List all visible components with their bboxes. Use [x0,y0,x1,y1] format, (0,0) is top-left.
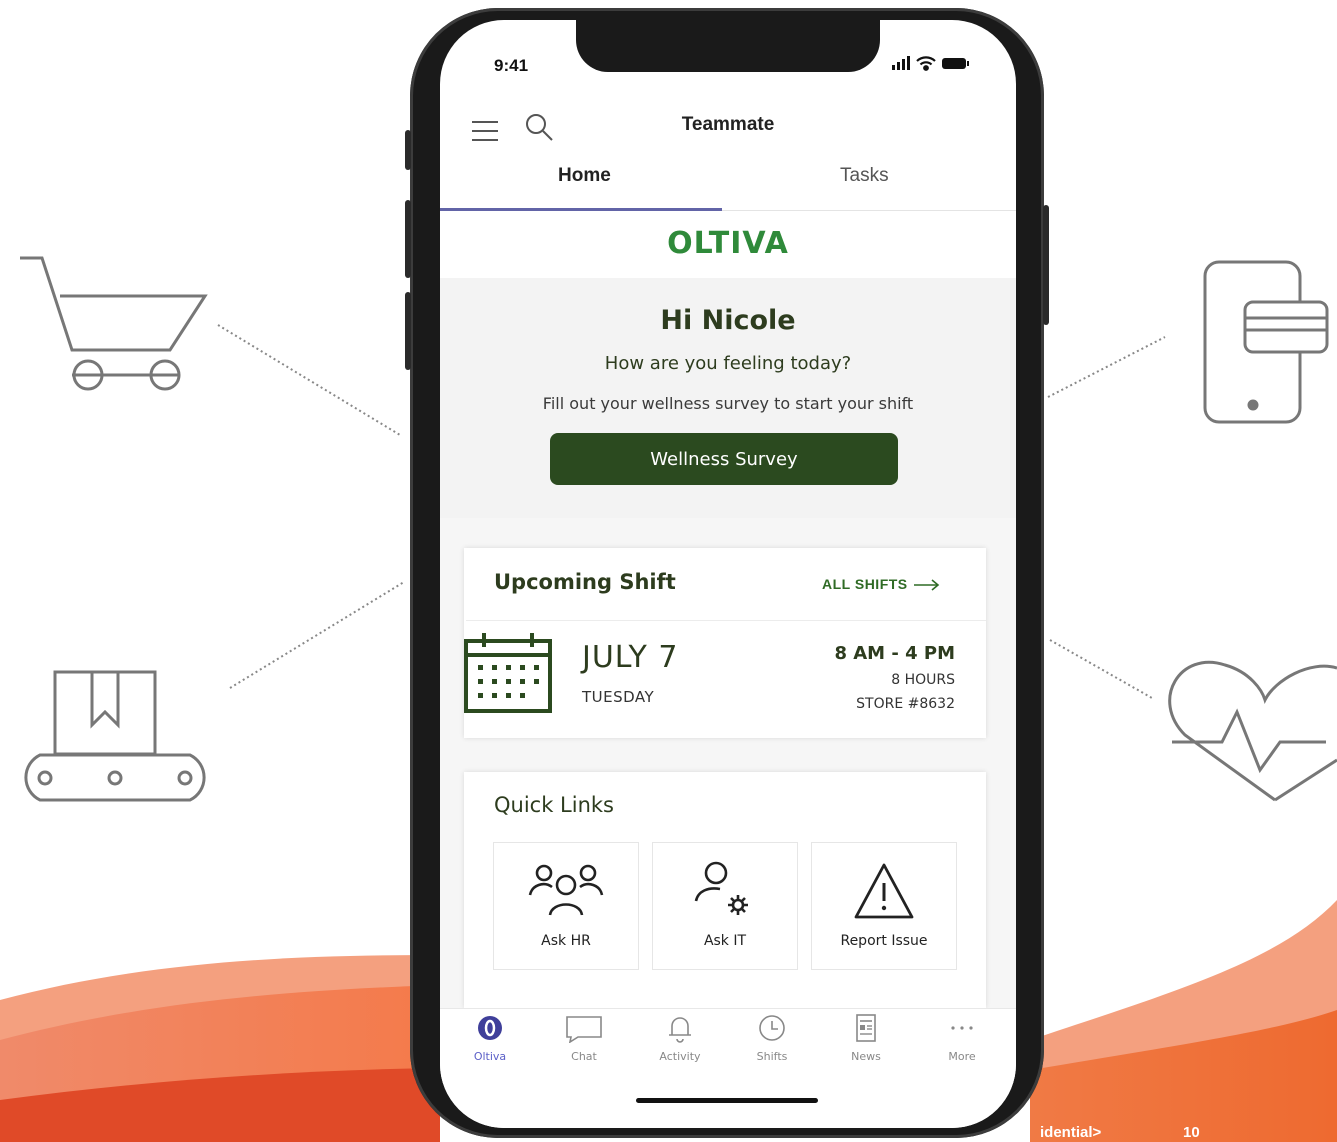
more-icon [951,1026,973,1030]
nav-label-news: News [851,1050,881,1063]
volume-up-button [405,200,411,278]
nav-label-activity: Activity [659,1050,701,1063]
shift-date: JULY 7 [582,640,679,675]
quick-link-label: Ask IT [703,933,747,949]
quick-link-ask-it[interactable]: Ask IT [652,842,798,970]
nav-chat[interactable]: Chat [548,1013,620,1063]
conveyor-box-icon [24,670,206,802]
tab-home[interactable]: Home [558,165,611,187]
oltiva-icon [478,1016,502,1040]
footer-page-number: 10 [1183,1124,1200,1141]
nav-label-more: More [948,1050,976,1063]
shift-card-divider [466,620,986,621]
feeling-question: How are you feeling today? [604,353,852,374]
quick-link-ask-hr[interactable]: Ask HR [493,842,639,970]
app-title: Teammate [681,114,775,135]
news-icon [856,1014,876,1042]
chat-icon [566,1016,602,1044]
nav-more[interactable]: More [926,1013,998,1063]
shopping-cart-icon [20,256,208,391]
all-shifts-label: ALL SHIFTS [822,576,908,592]
status-indicators [892,56,969,71]
nav-label-oltiva: Oltiva [473,1050,507,1063]
people-icon [528,864,604,916]
heart-pulse-icon [1168,660,1337,802]
phone-notch [576,20,880,72]
wellness-survey-button[interactable]: Wellness Survey [550,433,898,485]
quick-link-report-issue[interactable]: Report Issue [811,842,957,970]
upcoming-shift-title: Upcoming Shift [494,570,676,594]
nav-label-chat: Chat [571,1050,597,1063]
shift-store: STORE #8632 [856,696,955,712]
wifi-icon [916,56,936,71]
battery-icon [942,58,969,69]
nav-label-shifts: Shifts [756,1050,788,1063]
nav-activity[interactable]: Activity [644,1013,716,1063]
phone-screen: 9:41 Teammate Home Tasks OLTIVA Hi Nicol… [440,20,1016,1128]
arrow-right-icon [914,579,940,591]
home-indicator [636,1098,818,1103]
nav-oltiva[interactable]: Oltiva [454,1013,526,1063]
bottom-navigation: Oltiva Chat Activity Shifts News More [440,1008,1016,1128]
all-shifts-link[interactable]: ALL SHIFTS [822,576,940,592]
warning-icon [854,863,914,919]
power-button [1043,205,1049,325]
tab-tasks[interactable]: Tasks [840,165,889,187]
greeting-heading: Hi Nicole [660,305,796,336]
oltiva-logo: OLTIVA [667,226,789,261]
mobile-payment-icon [1203,260,1329,424]
quick-link-label: Ask HR [541,933,591,949]
volume-down-button [405,292,411,370]
signal-icon [892,56,910,70]
shift-time-range: 8 AM - 4 PM [834,643,955,664]
clock-icon [759,1015,785,1041]
quick-link-label: Report Issue [840,933,928,949]
status-time: 9:41 [494,56,529,75]
calendar-icon [464,633,552,713]
active-tab-indicator [440,208,722,211]
mute-switch [405,130,411,170]
survey-instruction: Fill out your wellness survey to start y… [542,394,914,413]
nav-shifts[interactable]: Shifts [736,1013,808,1063]
quick-links-title: Quick Links [494,793,615,817]
footer-confidential-label: idential> [1040,1124,1102,1141]
shift-weekday: TUESDAY [582,688,655,706]
bell-icon [669,1017,691,1043]
shift-hours: 8 HOURS [891,672,955,688]
nav-news[interactable]: News [830,1013,902,1063]
person-gear-icon [694,861,748,915]
